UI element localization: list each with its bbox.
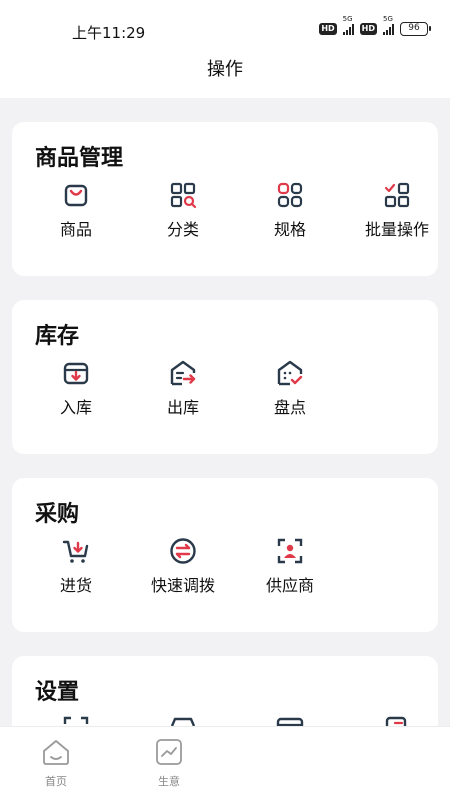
- tab-home[interactable]: 首页: [26, 737, 86, 789]
- menu-item-label: 入库: [59, 398, 92, 417]
- menu-item-products[interactable]: 商品: [26, 180, 126, 240]
- card-icon: [276, 717, 304, 726]
- page-header: 操作: [0, 58, 450, 98]
- menu-item-specs[interactable]: 规格: [240, 180, 340, 240]
- store-icon: [170, 717, 196, 726]
- menu-item-label: 批量操作: [364, 220, 429, 239]
- menu-item-batch[interactable]: 批量操作: [347, 180, 447, 240]
- hd-badge: HD: [359, 23, 377, 35]
- batch-check-grid-icon: [384, 182, 410, 208]
- page-title: 操作: [207, 59, 243, 80]
- menu-item-outbound[interactable]: 出库: [133, 358, 233, 418]
- section-title: 设置: [35, 680, 80, 705]
- menu-item-settings-1[interactable]: [26, 714, 126, 726]
- outbound-house-icon: [170, 360, 196, 386]
- section-title: 采购: [35, 502, 80, 527]
- menu-item-label: 规格: [273, 220, 306, 239]
- menu-item-stocktake[interactable]: 盘点: [240, 358, 340, 418]
- menu-item-label: 出库: [166, 398, 199, 417]
- network-label: 5G: [383, 15, 393, 23]
- inbound-box-icon: [63, 362, 89, 385]
- menu-item-settings-2[interactable]: [133, 714, 233, 726]
- home-icon: [43, 740, 69, 765]
- spec-grid-icon: [277, 182, 303, 208]
- supplier-person-icon: [277, 538, 303, 564]
- section-inventory: 库存 入库 出库 盘点: [12, 300, 438, 454]
- cart-purchase-icon: [62, 540, 89, 563]
- business-chart-icon: [156, 739, 182, 765]
- section-product-management: 商品管理 商品 分类 规格 批量操作: [12, 122, 438, 276]
- operations-content[interactable]: 商品管理 商品 分类 规格 批量操作 库存 入库 出库 盘点 采购 进货 快速调…: [0, 98, 450, 726]
- section-title: 商品管理: [35, 146, 124, 171]
- section-title: 库存: [35, 324, 80, 349]
- status-indicators: HD 5G HD 5G 96: [319, 15, 431, 36]
- menu-item-label: 盘点: [273, 398, 306, 417]
- menu-item-settings-4[interactable]: [347, 714, 447, 726]
- battery-icon: 96: [400, 22, 431, 36]
- section-settings: 设置: [12, 656, 438, 726]
- inventory-check-icon: [277, 360, 303, 386]
- menu-item-category[interactable]: 分类: [133, 180, 233, 240]
- menu-item-settings-3[interactable]: [240, 714, 340, 726]
- tab-business[interactable]: 生意: [139, 737, 199, 789]
- hd-badge: HD: [319, 23, 337, 35]
- document-settings-icon: [385, 716, 407, 726]
- menu-item-label: 分类: [166, 220, 199, 239]
- scan-frame-icon: [63, 716, 89, 724]
- menu-item-quick-transfer[interactable]: 快速调拨: [133, 536, 233, 596]
- tab-label: 生意: [158, 775, 180, 788]
- menu-item-label: 供应商: [265, 576, 314, 595]
- category-grid-search-icon: [170, 182, 197, 209]
- menu-item-purchase[interactable]: 进货: [26, 536, 126, 596]
- menu-item-label: 进货: [59, 576, 92, 595]
- menu-item-supplier[interactable]: 供应商: [240, 536, 340, 596]
- tab-label: 首页: [45, 775, 67, 788]
- status-bar: 上午11:29 HD 5G HD 5G 96: [0, 0, 450, 58]
- menu-item-inbound[interactable]: 入库: [26, 358, 126, 418]
- shopping-bag-icon: [64, 184, 88, 207]
- network-label: 5G: [342, 15, 353, 23]
- status-time: 上午11:29: [72, 24, 146, 42]
- menu-item-label: 快速调拨: [150, 576, 215, 595]
- signal-icon: 5G: [342, 15, 354, 35]
- menu-item-label: 商品: [59, 220, 92, 239]
- signal-icon: 5G: [383, 15, 394, 35]
- bottom-tab-bar: 首页 生意: [0, 726, 450, 800]
- transfer-arrows-icon: [170, 538, 196, 564]
- section-purchasing: 采购 进货 快速调拨 供应商: [12, 478, 438, 632]
